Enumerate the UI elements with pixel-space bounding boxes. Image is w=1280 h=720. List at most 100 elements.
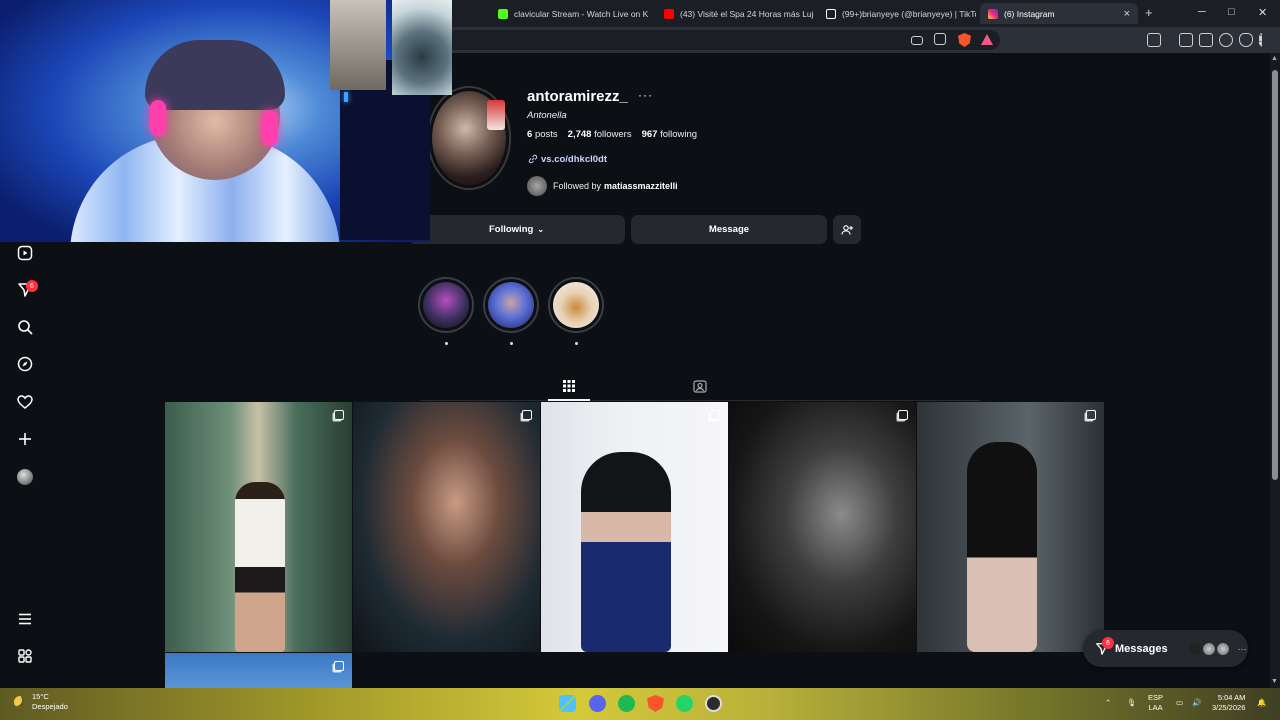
profile-link-text: vs.co/dhkcl0dt [541, 154, 607, 165]
post-thumbnail[interactable] [165, 653, 352, 688]
notifications-icon[interactable]: 🔔 [1257, 698, 1266, 708]
discord-icon[interactable] [589, 695, 606, 712]
followers-count: 2,748 [567, 129, 592, 140]
more-menu-icon[interactable] [16, 610, 33, 627]
posts-grid-tab-icon[interactable] [561, 378, 577, 394]
camera-light [344, 92, 348, 102]
following-button[interactable]: Following ⌄ [408, 215, 625, 244]
post-subject [235, 482, 285, 652]
reels-icon[interactable] [16, 244, 33, 261]
post-thumbnail[interactable] [165, 402, 352, 652]
explore-icon[interactable] [16, 355, 33, 372]
create-plus-icon[interactable] [16, 430, 33, 447]
language-indicator[interactable]: ESP LAA [1148, 693, 1163, 713]
weather-widget[interactable]: 15°C Despejado [14, 692, 68, 712]
more-options-icon[interactable]: ··· [638, 88, 653, 102]
cast-icon[interactable] [911, 36, 923, 45]
post-thumbnail[interactable] [541, 402, 728, 652]
suggested-accounts-button[interactable] [833, 215, 861, 244]
profile-avatar-icon[interactable] [16, 468, 33, 485]
conversation-avatar [1201, 641, 1216, 656]
volume-icon[interactable]: 🔊 [1192, 698, 1201, 708]
moon-icon [14, 696, 26, 708]
tab-instagram[interactable]: (6) Instagram × [980, 3, 1138, 24]
followed-by[interactable]: Followed by matiassmazzitelli [527, 176, 678, 196]
new-tab-button[interactable]: + [1145, 5, 1153, 20]
post-thumbnail[interactable] [729, 402, 916, 652]
reader-icon[interactable] [1147, 33, 1161, 47]
share-icon[interactable] [934, 33, 946, 45]
scrollbar-thumb[interactable] [1272, 70, 1278, 480]
headphone-light [262, 110, 278, 146]
minimize-button[interactable]: ─ [1198, 6, 1206, 18]
tab-tiktok[interactable]: (99+)brianyeye (@brianyeye) | TikTok [818, 3, 976, 24]
sidebar-toggle-icon[interactable] [1179, 33, 1193, 47]
carousel-icon [334, 661, 344, 671]
wallet-icon[interactable] [1199, 33, 1213, 47]
tagged-tab-icon[interactable] [692, 378, 708, 394]
headphone-light [150, 100, 166, 136]
tiktok-icon [826, 8, 836, 19]
show-hidden-icons-icon[interactable]: ⌃ [1105, 698, 1111, 708]
post-thumbnail[interactable] [917, 402, 1104, 652]
scroll-up-arrow-icon[interactable]: ▲ [1271, 55, 1278, 62]
following-label: following [660, 129, 698, 140]
chevron-down-icon: ⌄ [537, 225, 545, 234]
tab-title: (99+)brianyeye (@brianyeye) | TikTok [842, 8, 976, 19]
following-stat[interactable]: 967 following [642, 129, 697, 140]
weather-text: 15°C Despejado [32, 692, 68, 712]
story-highlight[interactable] [548, 277, 604, 333]
network-icon[interactable]: ▭ [1176, 698, 1183, 708]
posts-count: 6 [527, 129, 533, 140]
active-tab-indicator [548, 399, 590, 401]
leo-icon[interactable] [1219, 33, 1233, 47]
webcam-streamer-hair [145, 40, 285, 110]
messages-badge: 6 [1102, 637, 1114, 649]
mutual-avatar [527, 176, 547, 196]
microphone-icon[interactable]: 🎙 [1127, 698, 1137, 708]
followers-stat[interactable]: 2,748 followers [568, 129, 632, 140]
story-highlight[interactable] [418, 277, 474, 333]
profile-link[interactable]: vs.co/dhkcl0dt [528, 154, 607, 165]
carousel-icon [898, 410, 908, 420]
brave-rewards-icon[interactable] [981, 34, 993, 45]
tab-kick[interactable]: clavicular Stream - Watch Live on Ki [490, 3, 648, 24]
spotify-icon[interactable] [618, 695, 635, 712]
also-from-meta-icon[interactable] [16, 647, 33, 664]
clock-date: 3/25/2026 [1212, 703, 1246, 712]
post-thumbnail[interactable] [353, 402, 540, 652]
tab-youtube[interactable]: (43) Visité el Spa 24 Horas más Lujos [656, 3, 814, 24]
start-windows-icon[interactable] [559, 695, 576, 712]
message-button[interactable]: Message [631, 215, 827, 244]
obs-icon[interactable] [705, 695, 722, 712]
heart-icon[interactable] [16, 393, 33, 410]
profile-full-name: Antonella [527, 110, 567, 121]
following-count: 967 [641, 129, 658, 140]
conversation-avatar [1187, 641, 1202, 656]
conversation-avatar [1215, 641, 1230, 656]
language-code: ESP [1148, 693, 1164, 702]
tab-close-icon[interactable]: × [1124, 8, 1130, 20]
clock-time: 5:04 AM [1217, 693, 1246, 702]
more-conversations-icon: ··· [1237, 643, 1247, 654]
messages-label: Messages [1115, 642, 1168, 655]
clock[interactable]: 5:04 AM 3/25/2026 [1212, 693, 1245, 713]
vpn-icon[interactable] [1239, 33, 1253, 47]
add-person-icon [841, 224, 853, 235]
highlight-label [575, 342, 578, 345]
highlight-label [445, 342, 448, 345]
story-highlight[interactable] [483, 277, 539, 333]
screen: clavicular Stream - Watch Live on Ki (43… [0, 0, 1280, 720]
scroll-down-arrow-icon[interactable]: ▼ [1271, 678, 1278, 685]
video-thumbnail [330, 0, 386, 90]
whatsapp-icon[interactable] [676, 695, 693, 712]
window-close-button[interactable]: ✕ [1258, 6, 1267, 19]
maximize-button[interactable]: □ [1228, 6, 1235, 18]
menu-icon[interactable] [1259, 33, 1262, 47]
search-icon[interactable] [16, 318, 33, 335]
video-thumbnail [392, 0, 452, 95]
highlight-cover [488, 282, 534, 328]
following-button-label: Following [488, 224, 534, 235]
windows-taskbar [0, 688, 1280, 720]
keyboard-layout: LAA [1148, 703, 1163, 712]
